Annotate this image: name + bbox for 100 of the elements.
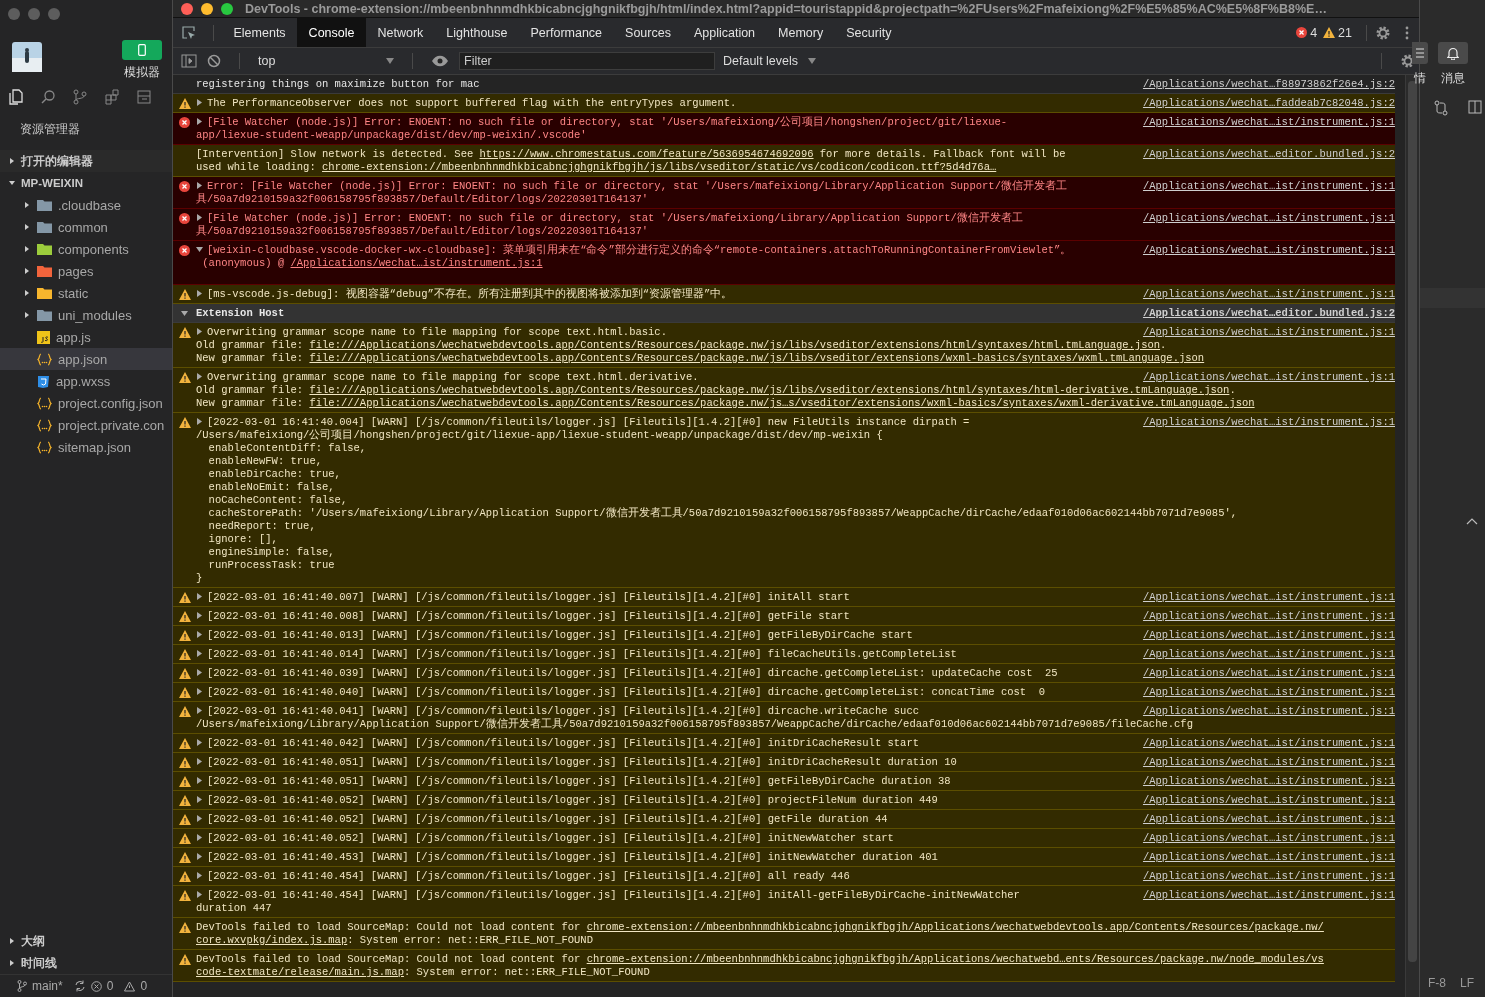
file-tree-item[interactable]: app.wxss	[0, 370, 172, 392]
log-levels-dropdown[interactable]: Default levels	[723, 54, 799, 68]
file-tree-item[interactable]: uni_modules	[0, 304, 172, 326]
source-link[interactable]: /Applications/wechat…f88973862f26e4.js:2	[1142, 78, 1395, 91]
devtools-tab[interactable]: Network	[366, 18, 435, 47]
disclosure-triangle-icon[interactable]	[181, 310, 188, 317]
disclosure-triangle-icon[interactable]	[196, 815, 203, 822]
files-icon[interactable]	[8, 89, 24, 105]
source-link[interactable]: /Applications/wechat…ist/instrument.js:1	[1142, 212, 1395, 225]
disclosure-triangle-icon[interactable]	[196, 834, 203, 841]
sidebar-toggle-icon[interactable]	[181, 54, 197, 68]
section-header[interactable]: MP-WEIXIN	[0, 172, 172, 194]
extensions-icon[interactable]	[104, 89, 120, 105]
source-link[interactable]: /Applications/wechat…ist/instrument.js:1	[1142, 180, 1395, 193]
message-link[interactable]: chrome-extension://mbeenbnhnmdhkbicabncjghgnikfbgjh/js/libs/vseditor/static/vs/codicon/codicon.ttf?5d4d76a…	[322, 161, 997, 173]
file-tree-item[interactable]: pages	[0, 260, 172, 282]
split-editor-icon[interactable]	[1468, 100, 1482, 114]
line-ending-label[interactable]: LF	[1460, 976, 1474, 990]
message-link[interactable]: code-textmate/release/main.js.map	[196, 966, 404, 978]
messages-button[interactable]	[1438, 42, 1468, 64]
source-link[interactable]: /Applications/wechat…ist/instrument.js:1	[1142, 851, 1395, 864]
branch-name[interactable]: main*	[32, 979, 63, 993]
inspect-icon[interactable]	[181, 24, 197, 41]
source-link[interactable]: /Applications/wechat…ist/instrument.js:1	[1142, 813, 1395, 826]
disclosure-triangle-icon[interactable]	[196, 650, 203, 657]
source-link[interactable]: /Applications/wechat…ist/instrument.js:1	[1142, 705, 1395, 718]
source-link[interactable]: /Applications/wechat…ist/instrument.js:1	[1142, 832, 1395, 845]
section-header[interactable]: 时间线	[0, 952, 172, 974]
devtools-tab[interactable]: Lighthouse	[434, 18, 519, 47]
disclosure-triangle-icon[interactable]	[196, 796, 203, 803]
chevron-up-icon[interactable]	[1466, 518, 1478, 525]
simulator-button[interactable]	[122, 40, 162, 60]
source-link[interactable]: /Applications/wechat…ist/instrument.js:1	[1142, 629, 1395, 642]
source-link[interactable]: /Applications/wechat…ist/instrument.js:1	[1142, 775, 1395, 788]
source-link[interactable]: /Applications/wechat…editor.bundled.js:2	[1142, 307, 1395, 320]
window-close-button[interactable]	[181, 2, 193, 15]
source-link[interactable]: /Applications/wechat…ist/instrument.js:1	[1142, 648, 1395, 661]
message-link[interactable]: file:///Applications/wechatwebdevtools.app/Contents/Resources/package.nw/js/libs/vseditor/extensions/wxml-basics/syntaxes/wxml.tmLanguage.json	[309, 352, 1205, 364]
window-minimize-button[interactable]	[201, 2, 213, 15]
source-link[interactable]: /Applications/wechat…ist/instrument.js:1	[1142, 371, 1395, 384]
message-link[interactable]: file:///Applications/wechatwebdevtools.app/Contents/Resources/package.nw/js/libs/vseditor/extensions/html/syntaxes/html.tmLanguage.json	[309, 339, 1161, 351]
source-link[interactable]: /Applications/wechat…ist/instrument.js:1	[1142, 416, 1395, 429]
file-tree-item[interactable]: sitemap.json	[0, 436, 172, 458]
message-link[interactable]: file:///Applications/wechatwebdevtools.app/Contents/Resources/package.nw/js/libs/vseditor/extensions/html/syntaxes/html-derivative.tmLanguage.json	[309, 384, 1230, 396]
disclosure-triangle-icon[interactable]	[196, 707, 203, 714]
disclosure-triangle-icon[interactable]	[196, 872, 203, 879]
devtools-tab[interactable]: Performance	[519, 18, 614, 47]
settings-icon[interactable]	[1375, 24, 1391, 41]
source-link[interactable]: /Applications/wechat…ist/instrument.js:1	[1142, 667, 1395, 680]
details-button[interactable]	[1412, 42, 1428, 64]
disclosure-triangle-icon[interactable]	[196, 593, 203, 600]
disclosure-triangle-icon[interactable]	[196, 891, 203, 898]
context-selector[interactable]: top	[258, 54, 376, 68]
source-link[interactable]: /Applications/wechat…editor.bundled.js:2	[1142, 148, 1395, 161]
source-link[interactable]: /Applications/wechat…ist/instrument.js:1	[1142, 870, 1395, 883]
search-icon[interactable]	[40, 89, 56, 105]
source-link[interactable]: /Applications/wechat…ist/instrument.js:1	[1142, 326, 1395, 339]
devtools-tab[interactable]: Memory	[766, 18, 835, 47]
disclosure-triangle-icon[interactable]	[196, 290, 203, 297]
disclosure-triangle-icon[interactable]	[196, 99, 203, 106]
section-header[interactable]: 打开的编辑器	[0, 150, 172, 172]
source-link[interactable]: /Applications/wechat…ist/instrument.js:1	[1142, 591, 1395, 604]
devtools-tab[interactable]: Console	[297, 18, 366, 47]
disclosure-triangle-icon[interactable]	[196, 688, 203, 695]
devtools-tab[interactable]: Application	[682, 18, 767, 47]
eye-icon[interactable]	[431, 55, 449, 67]
window-zoom-button[interactable]	[221, 2, 233, 15]
file-tree-item[interactable]: project.config.json	[0, 392, 172, 414]
message-link[interactable]: chrome-extension://mbeenbnhnmdhkbicabncjghgnikfbgjh/Applications/wechatwebd…ents/Resources/package.nw/node_modules/vs	[586, 953, 1324, 965]
group-title[interactable]: Extension Host	[196, 307, 285, 319]
more-menu-icon[interactable]	[1405, 25, 1409, 40]
disclosure-triangle-icon[interactable]	[196, 777, 203, 784]
source-link[interactable]: /Applications/wechat…ist/instrument.js:1	[1142, 794, 1395, 807]
disclosure-triangle-icon[interactable]	[196, 328, 203, 335]
error-count[interactable]: 4	[1310, 25, 1318, 40]
encoding-label[interactable]: F-8	[1428, 976, 1446, 990]
disclosure-triangle-icon[interactable]	[196, 246, 203, 253]
file-tree-item[interactable]: components	[0, 238, 172, 260]
clear-console-icon[interactable]	[207, 54, 221, 68]
disclosure-triangle-icon[interactable]	[196, 214, 203, 221]
message-link[interactable]: /Applications/wechat…ist/instrument.js:1	[290, 257, 543, 269]
source-link[interactable]: /Applications/wechat…ist/instrument.js:1	[1142, 686, 1395, 699]
disclosure-triangle-icon[interactable]	[196, 739, 203, 746]
filter-field[interactable]: Filter	[459, 52, 715, 70]
devtools-tab[interactable]: Elements	[222, 18, 298, 47]
devtools-tab[interactable]: Sources	[613, 18, 683, 47]
disclosure-triangle-icon[interactable]	[196, 182, 203, 189]
section-header[interactable]: 大纲	[0, 930, 172, 952]
devtools-tab[interactable]: Security	[834, 18, 903, 47]
panel-icon[interactable]	[136, 89, 152, 105]
message-link[interactable]: https://www.chromestatus.com/feature/5636954674692096	[479, 148, 814, 160]
source-link[interactable]: /Applications/wechat…ist/instrument.js:1	[1142, 756, 1395, 769]
message-link[interactable]: chrome-extension://mbeenbnhnmdhkbicabncjghgnikfbgjh/Applications/wechatwebdevtools.app/Contents/Resources/package.nw/	[586, 921, 1324, 933]
disclosure-triangle-icon[interactable]	[196, 418, 203, 425]
source-link[interactable]: /Applications/wechat…ist/instrument.js:1	[1142, 737, 1395, 750]
file-tree-item[interactable]: .cloudbase	[0, 194, 172, 216]
source-link[interactable]: /Applications/wechat…ist/instrument.js:1	[1142, 116, 1395, 129]
file-tree-item[interactable]: static	[0, 282, 172, 304]
disclosure-triangle-icon[interactable]	[196, 758, 203, 765]
disclosure-triangle-icon[interactable]	[196, 669, 203, 676]
